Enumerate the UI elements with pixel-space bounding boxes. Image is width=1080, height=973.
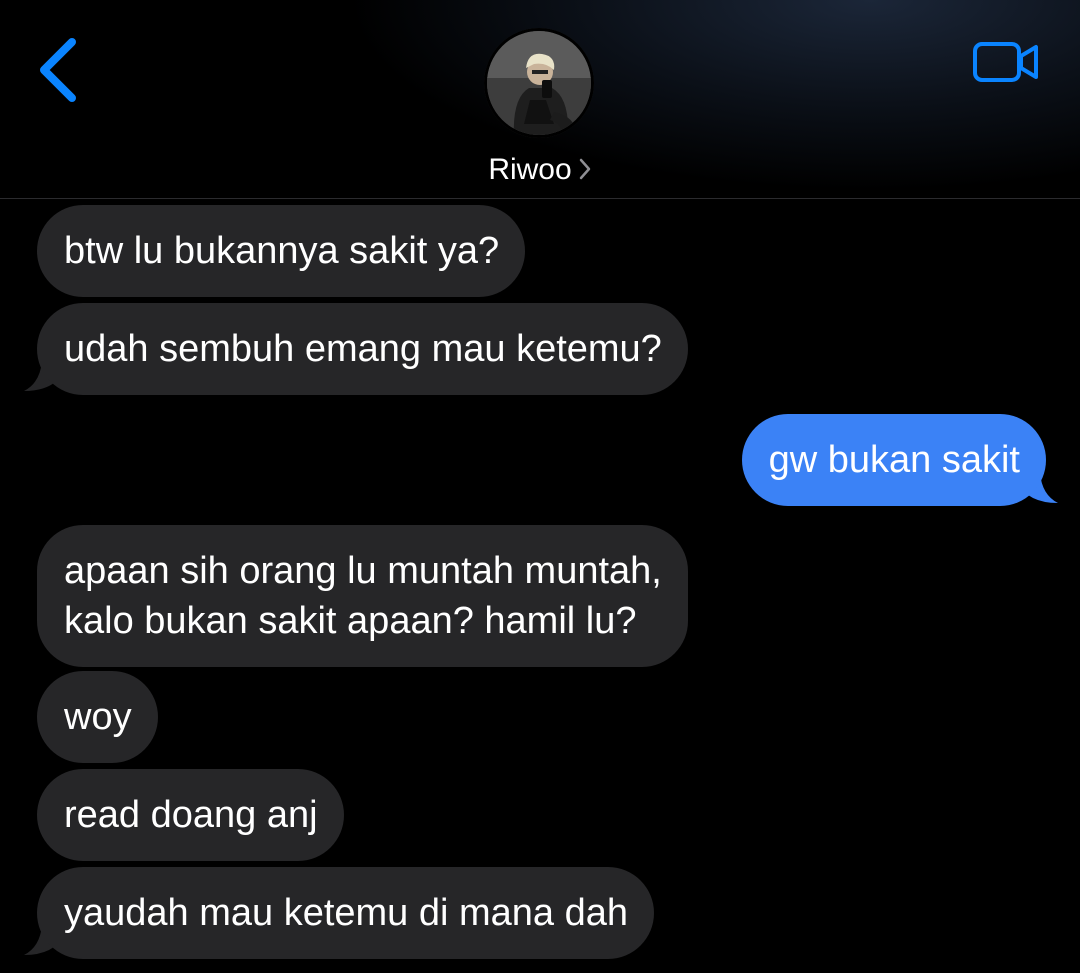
video-call-button[interactable]: [970, 38, 1042, 86]
message-bubble-received[interactable]: yaudah mau ketemu di mana dah: [37, 867, 655, 959]
message-bubble-sent[interactable]: gw bukan sakit: [741, 414, 1046, 506]
video-camera-icon: [973, 42, 1038, 82]
chevron-left-icon: [40, 38, 76, 102]
message-text: woy: [64, 696, 132, 738]
message-text: btw lu bukannya sakit ya?: [64, 230, 500, 272]
message-text-line: apaan sih orang lu muntah muntah,: [64, 550, 662, 592]
message-bubble-received[interactable]: apaan sih orang lu muntah muntah, kalo b…: [37, 525, 688, 667]
message-bubble-received[interactable]: btw lu bukannya sakit ya?: [37, 205, 526, 297]
back-button[interactable]: [30, 32, 90, 104]
message-bubble-received[interactable]: woy: [37, 671, 158, 763]
conversation-header: Riwoo: [0, 0, 1080, 199]
chevron-right-icon: [579, 158, 590, 180]
message-list: btw lu bukannya sakit ya? udah sembuh em…: [0, 199, 1080, 973]
message-bubble-received[interactable]: read doang anj: [37, 769, 344, 861]
message-bubble-received[interactable]: udah sembuh emang mau ketemu?: [37, 303, 688, 395]
contact-name-button[interactable]: Riwoo: [0, 150, 1080, 190]
message-text-line: kalo bukan sakit apaan? hamil lu?: [64, 600, 637, 642]
message-text: udah sembuh emang mau ketemu?: [64, 328, 662, 370]
avatar-photo: [484, 28, 594, 138]
contact-avatar[interactable]: [484, 28, 594, 138]
message-text: read doang anj: [64, 794, 318, 836]
message-text: yaudah mau ketemu di mana dah: [64, 892, 629, 934]
message-text: gw bukan sakit: [768, 439, 1020, 481]
contact-name: Riwoo: [488, 153, 572, 186]
